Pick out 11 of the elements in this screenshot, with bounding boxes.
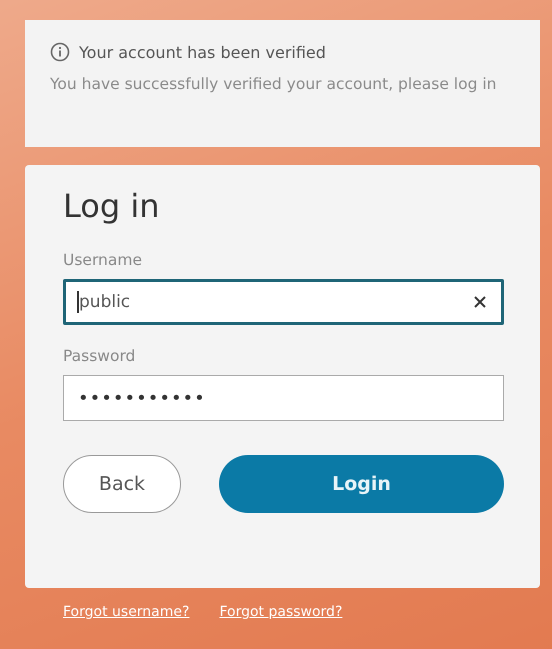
login-title: Log in [63,187,160,225]
clear-icon[interactable] [473,295,487,309]
back-button[interactable]: Back [63,455,181,513]
password-field[interactable]: ••••••••••• [63,375,504,421]
field-label: Password [63,347,136,365]
field-label: Username [63,251,144,269]
notice-title: Your account has been verified [79,42,326,62]
login-button[interactable]: Login [219,455,504,513]
info-icon [50,42,70,62]
username-field[interactable]: public [63,279,504,325]
notice-message: You have successfully verified your account, please log in [50,74,498,95]
